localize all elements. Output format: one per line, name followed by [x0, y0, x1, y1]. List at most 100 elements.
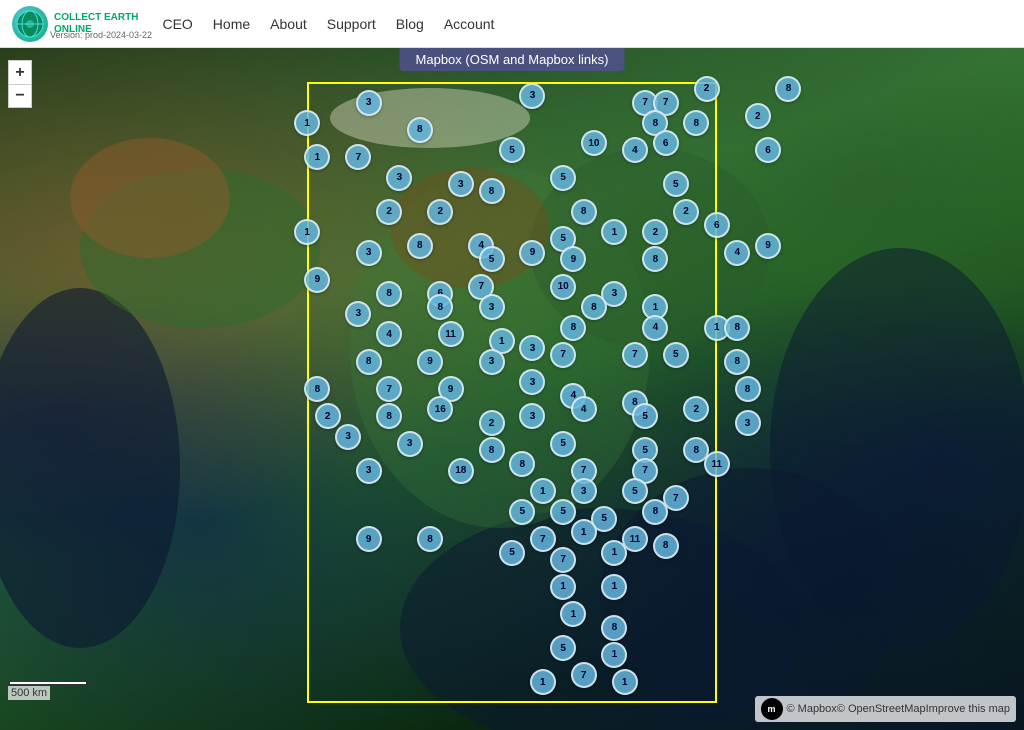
cluster-marker[interactable]: 1 [294, 219, 320, 245]
zoom-out-button[interactable]: − [8, 84, 32, 108]
cluster-marker[interactable]: 6 [653, 130, 679, 156]
cluster-marker[interactable]: 3 [571, 478, 597, 504]
cluster-marker[interactable]: 3 [397, 431, 423, 457]
cluster-marker[interactable]: 9 [417, 349, 443, 375]
zoom-in-button[interactable]: + [8, 60, 32, 84]
cluster-marker[interactable]: 4 [622, 137, 648, 163]
cluster-marker[interactable]: 8 [376, 403, 402, 429]
cluster-marker[interactable]: 1 [601, 540, 627, 566]
cluster-marker[interactable]: 5 [479, 246, 505, 272]
cluster-marker[interactable]: 3 [519, 335, 545, 361]
cluster-marker[interactable]: 1 [601, 574, 627, 600]
cluster-marker[interactable]: 8 [571, 199, 597, 225]
cluster-marker[interactable]: 7 [530, 526, 556, 552]
cluster-marker[interactable]: 8 [601, 615, 627, 641]
cluster-marker[interactable]: 8 [560, 315, 586, 341]
cluster-marker[interactable]: 8 [376, 281, 402, 307]
cluster-marker[interactable]: 1 [530, 669, 556, 695]
cluster-marker[interactable]: 16 [427, 396, 453, 422]
cluster-marker[interactable]: 1 [560, 601, 586, 627]
cluster-marker[interactable]: 7 [550, 342, 576, 368]
cluster-marker[interactable]: 4 [724, 240, 750, 266]
cluster-marker[interactable]: 8 [724, 315, 750, 341]
nav-home[interactable]: Home [213, 16, 250, 32]
cluster-marker[interactable]: 5 [632, 403, 658, 429]
cluster-marker[interactable]: 1 [571, 519, 597, 545]
cluster-marker[interactable]: 11 [438, 321, 464, 347]
cluster-marker[interactable]: 3 [735, 410, 761, 436]
cluster-marker[interactable]: 9 [519, 240, 545, 266]
osm-link[interactable]: © OpenStreetMap [837, 703, 926, 715]
cluster-marker[interactable]: 8 [407, 233, 433, 259]
cluster-marker[interactable]: 5 [622, 478, 648, 504]
cluster-marker[interactable]: 2 [673, 199, 699, 225]
cluster-marker[interactable]: 3 [479, 294, 505, 320]
cluster-marker[interactable]: 2 [694, 76, 720, 102]
cluster-marker[interactable]: 8 [724, 349, 750, 375]
cluster-marker[interactable]: 3 [448, 171, 474, 197]
cluster-marker[interactable]: 6 [704, 212, 730, 238]
cluster-marker[interactable]: 8 [581, 294, 607, 320]
nav-account[interactable]: Account [444, 16, 495, 32]
cluster-marker[interactable]: 8 [356, 349, 382, 375]
cluster-marker[interactable]: 3 [356, 90, 382, 116]
cluster-marker[interactable]: 2 [479, 410, 505, 436]
cluster-marker[interactable]: 7 [571, 662, 597, 688]
cluster-marker[interactable]: 8 [642, 499, 668, 525]
cluster-marker[interactable]: 2 [315, 403, 341, 429]
cluster-marker[interactable]: 1 [530, 478, 556, 504]
cluster-marker[interactable]: 1 [304, 144, 330, 170]
cluster-marker[interactable]: 4 [376, 321, 402, 347]
cluster-marker[interactable]: 8 [304, 376, 330, 402]
cluster-marker[interactable]: 1 [601, 219, 627, 245]
cluster-marker[interactable]: 9 [560, 246, 586, 272]
improve-map-link[interactable]: Improve this map [926, 703, 1010, 715]
cluster-marker[interactable]: 5 [663, 171, 689, 197]
cluster-marker[interactable]: 9 [755, 233, 781, 259]
cluster-marker[interactable]: 1 [612, 669, 638, 695]
cluster-marker[interactable]: 7 [550, 547, 576, 573]
cluster-marker[interactable]: 7 [345, 144, 371, 170]
nav-blog[interactable]: Blog [396, 16, 424, 32]
cluster-marker[interactable]: 8 [479, 437, 505, 463]
map-container[interactable]: Mapbox (OSM and Mapbox links) + − 337728… [0, 48, 1024, 730]
cluster-marker[interactable]: 10 [550, 274, 576, 300]
cluster-marker[interactable]: 8 [653, 533, 679, 559]
cluster-marker[interactable]: 8 [509, 451, 535, 477]
cluster-marker[interactable]: 8 [735, 376, 761, 402]
cluster-marker[interactable]: 4 [571, 396, 597, 422]
cluster-marker[interactable]: 5 [550, 165, 576, 191]
cluster-marker[interactable]: 3 [479, 349, 505, 375]
nav-support[interactable]: Support [327, 16, 376, 32]
cluster-marker[interactable]: 5 [550, 499, 576, 525]
cluster-marker[interactable]: 9 [356, 526, 382, 552]
cluster-marker[interactable]: 8 [427, 294, 453, 320]
cluster-marker[interactable]: 5 [663, 342, 689, 368]
cluster-marker[interactable]: 4 [642, 315, 668, 341]
cluster-marker[interactable]: 2 [745, 103, 771, 129]
cluster-marker[interactable]: 5 [499, 137, 525, 163]
mapbox-link[interactable]: © Mapbox [787, 703, 837, 715]
cluster-marker[interactable]: 10 [581, 130, 607, 156]
cluster-marker[interactable]: 5 [509, 499, 535, 525]
cluster-marker[interactable]: 3 [356, 458, 382, 484]
cluster-marker[interactable]: 7 [376, 376, 402, 402]
cluster-marker[interactable]: 3 [356, 240, 382, 266]
cluster-marker[interactable]: 2 [683, 396, 709, 422]
cluster-marker[interactable]: 8 [775, 76, 801, 102]
cluster-marker[interactable]: 1 [601, 642, 627, 668]
nav-about[interactable]: About [270, 16, 307, 32]
nav-ceo[interactable]: CEO [162, 16, 192, 32]
cluster-marker[interactable]: 3 [519, 403, 545, 429]
cluster-marker[interactable]: 2 [376, 199, 402, 225]
cluster-marker[interactable]: 8 [407, 117, 433, 143]
cluster-marker[interactable]: 2 [427, 199, 453, 225]
cluster-marker[interactable]: 8 [683, 110, 709, 136]
cluster-marker[interactable]: 8 [642, 246, 668, 272]
cluster-marker[interactable]: 18 [448, 458, 474, 484]
cluster-marker[interactable]: 3 [345, 301, 371, 327]
cluster-marker[interactable]: 6 [755, 137, 781, 163]
cluster-marker[interactable]: 1 [550, 574, 576, 600]
cluster-marker[interactable]: 7 [622, 342, 648, 368]
cluster-marker[interactable]: 5 [550, 635, 576, 661]
